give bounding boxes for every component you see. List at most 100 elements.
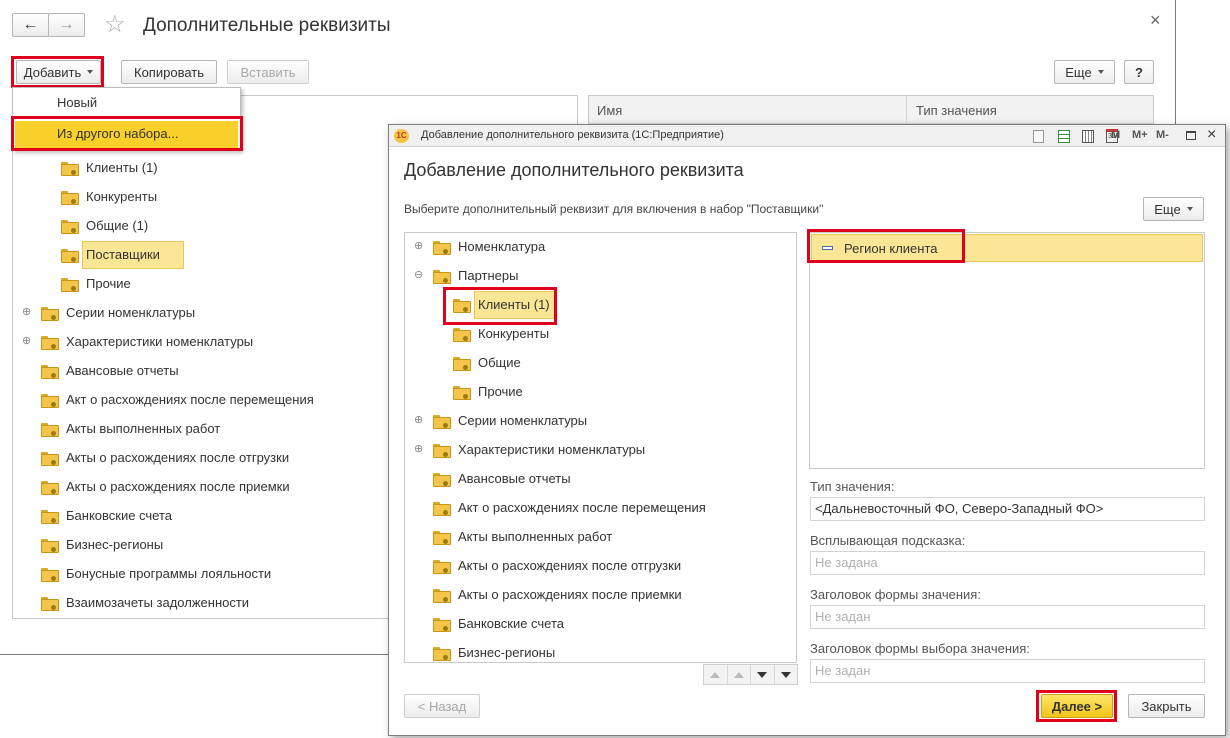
back-button[interactable]: ← (12, 13, 49, 37)
favorite-star-icon[interactable]: ☆ (104, 11, 126, 39)
copy-button[interactable]: Копировать (121, 60, 217, 84)
column-divider (906, 96, 907, 124)
folder-icon (433, 560, 451, 574)
more-button[interactable]: Еще (1054, 60, 1115, 84)
tree-node-label: Акты выполненных работ (66, 421, 221, 436)
tree-node-label: Акты выполненных работ (458, 529, 613, 544)
dialog-sets-tree-panel: ⊕ Номенклатура ⊖ Партнеры Клиенты (1) Конкуре… (404, 232, 797, 663)
list-item[interactable]: Регион клиента (811, 234, 1203, 262)
column-header-type[interactable]: Тип значения (916, 103, 997, 118)
add-dropdown-menu: Новый Из другого набора... (12, 87, 241, 151)
form-header-field[interactable]: Не задан (810, 605, 1205, 629)
expand-icon[interactable]: ⊕ (414, 413, 423, 426)
spreadsheet-icon[interactable] (1058, 130, 1070, 143)
collapse-icon[interactable]: ⊖ (414, 268, 423, 281)
tree-row[interactable]: Конкуренты (405, 320, 796, 349)
calculator-icon[interactable] (1082, 130, 1094, 143)
dialog-more-button[interactable]: Еще (1143, 197, 1204, 221)
tree-node-label: Клиенты (1) (474, 291, 556, 319)
folder-icon (61, 220, 79, 234)
folder-icon (433, 589, 451, 603)
scroll-first-button[interactable] (704, 665, 728, 684)
tree-node-label: Банковские счета (66, 508, 173, 523)
table-header: Имя Тип значения (589, 96, 1153, 124)
tree-node-label: Номенклатура (458, 239, 546, 254)
tree-node-label: Взаимозачеты задолженности (66, 595, 250, 610)
document-icon[interactable] (1033, 130, 1044, 143)
tree-row[interactable]: Клиенты (1) (405, 291, 796, 320)
tree-row[interactable]: Акт о расхождениях после перемещения (405, 494, 796, 523)
scroll-up-button[interactable] (728, 665, 751, 684)
type-value-field[interactable]: <Дальневосточный ФО, Северо-Западный ФО> (810, 497, 1205, 521)
form-header-label: Заголовок формы значения: (810, 587, 981, 602)
expand-icon[interactable]: ⊕ (22, 334, 31, 347)
folder-icon (41, 365, 59, 379)
column-header-name[interactable]: Имя (597, 103, 622, 118)
tree-node-label: Серии номенклатуры (66, 305, 196, 320)
memory-m-button[interactable]: M (1111, 129, 1120, 141)
memory-mplus-button[interactable]: M+ (1132, 129, 1148, 141)
tooltip-field[interactable]: Не задана (810, 551, 1205, 575)
tree-node-label: Прочие (478, 384, 523, 399)
help-button[interactable]: ? (1124, 60, 1154, 84)
expand-icon[interactable]: ⊕ (414, 239, 423, 252)
folder-icon (61, 278, 79, 292)
choice-header-field[interactable]: Не задан (810, 659, 1205, 683)
dialog-title: Добавление дополнительного реквизита (404, 160, 744, 180)
maximize-icon[interactable] (1186, 131, 1196, 140)
expand-icon[interactable]: ⊕ (22, 305, 31, 318)
tree-row[interactable]: Акты выполненных работ (405, 523, 796, 552)
scroll-last-button[interactable] (775, 665, 798, 684)
tree-node-label: Характеристики номенклатуры (66, 334, 254, 349)
folder-icon (433, 647, 451, 661)
tree-node-label: Акт о расхождениях после перемещения (66, 392, 314, 407)
folder-icon (61, 191, 79, 205)
tree-row[interactable]: ⊕ Серии номенклатуры (405, 407, 796, 436)
dialog-close-icon[interactable]: × (1207, 126, 1216, 144)
chevron-down-icon (87, 70, 94, 74)
menu-item-new[interactable]: Новый (57, 95, 97, 110)
app-logo-icon: 1С (394, 129, 409, 143)
tree-row[interactable]: ⊕ Характеристики номенклатуры (405, 436, 796, 465)
tree-row[interactable]: ⊖ Партнеры (405, 262, 796, 291)
folder-icon (41, 568, 59, 582)
folder-icon (453, 328, 471, 342)
close-icon[interactable]: × (1150, 10, 1161, 31)
back-step-button[interactable]: < Назад (404, 694, 480, 718)
tree-row[interactable]: Прочие (405, 378, 796, 407)
tree-row[interactable]: Акты о расхождениях после отгрузки (405, 552, 796, 581)
tree-node-label: Общие (478, 355, 521, 370)
expand-icon[interactable]: ⊕ (414, 442, 423, 455)
dialog-close-button[interactable]: Закрыть (1128, 694, 1205, 718)
attribute-item-label: Регион клиента (844, 241, 938, 256)
forward-button[interactable]: → (48, 13, 85, 37)
attribute-icon (822, 246, 833, 250)
tree-row[interactable]: Бизнес-регионы (405, 639, 796, 662)
tree-row[interactable]: Общие (405, 349, 796, 378)
tree-node-label: Партнеры (458, 268, 519, 283)
tooltip-label: Всплывающая подсказка: (810, 533, 966, 548)
folder-icon (433, 270, 451, 284)
tree-row[interactable]: ⊕ Номенклатура (405, 233, 796, 262)
menu-item-from-other-set-label: Из другого набора... (57, 126, 179, 141)
folder-icon (433, 473, 451, 487)
tree-node-label: Поставщики (82, 241, 184, 269)
folder-icon (453, 357, 471, 371)
tree-row[interactable]: Банковские счета (405, 610, 796, 639)
tree-node-label: Бизнес-регионы (458, 645, 556, 660)
folder-icon (61, 162, 79, 176)
add-button[interactable]: Добавить (16, 60, 101, 84)
more-button-label: Еще (1065, 64, 1092, 80)
paste-button[interactable]: Вставить (227, 60, 309, 84)
tree-row[interactable]: Акты о расхождениях после приемки (405, 581, 796, 610)
folder-icon (433, 415, 451, 429)
menu-item-from-other-set[interactable]: Из другого набора... (15, 121, 238, 148)
next-button[interactable]: Далее > (1041, 694, 1113, 718)
tree-row[interactable]: Авансовые отчеты (405, 465, 796, 494)
memory-mminus-button[interactable]: M- (1156, 129, 1169, 141)
folder-icon (433, 444, 451, 458)
scroll-down-button[interactable] (751, 665, 775, 684)
dialog-window-title: Добавление дополнительного реквизита (1С… (421, 129, 724, 141)
tree-node-label: Авансовые отчеты (458, 471, 571, 486)
chevron-down-icon (1186, 207, 1193, 211)
